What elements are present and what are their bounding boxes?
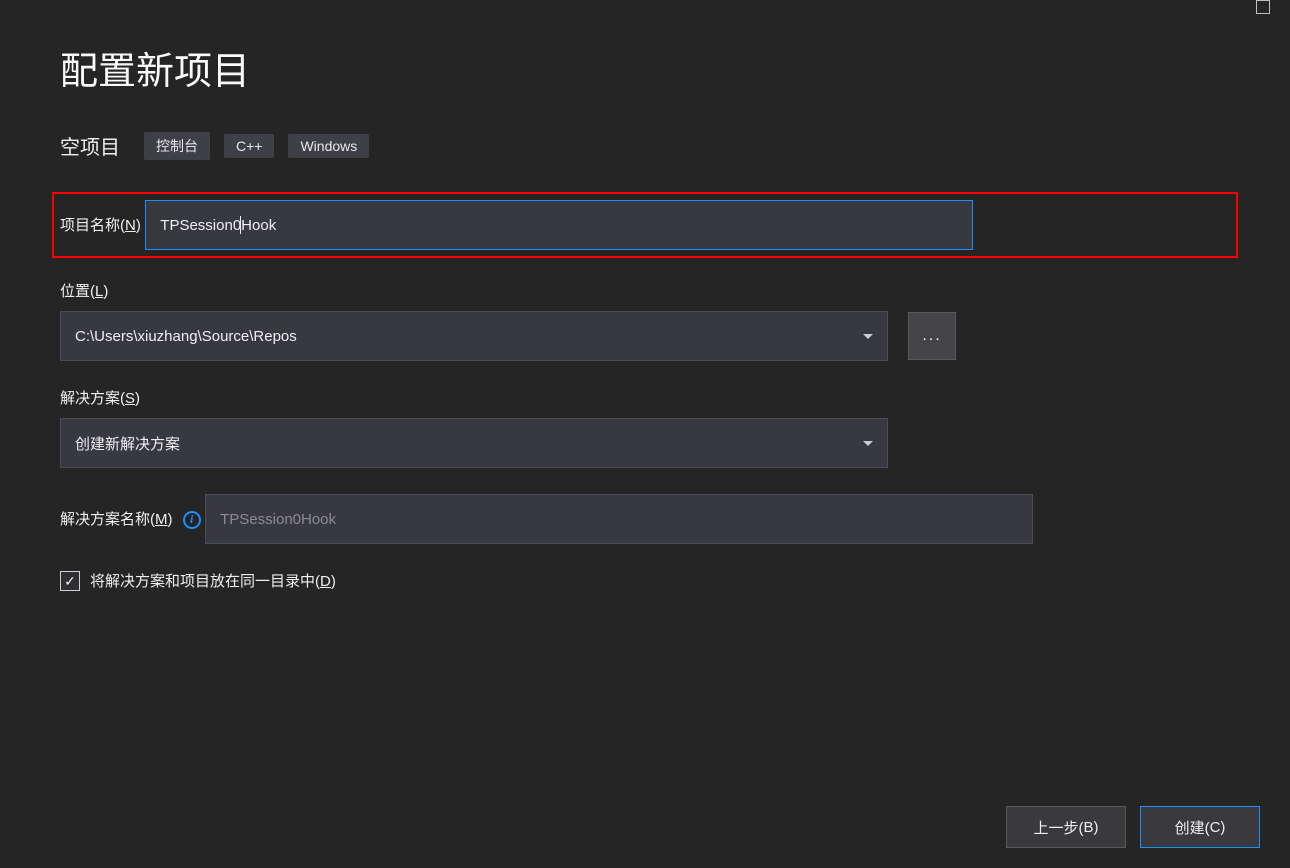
back-button[interactable]: 上一步(B) (1006, 806, 1126, 848)
same-directory-label: 将解决方案和项目放在同一目录中(D) (90, 570, 336, 591)
project-name-input[interactable]: TPSession0Hook (145, 200, 973, 250)
info-icon[interactable]: i (183, 511, 201, 529)
solution-label: 解决方案(S) (60, 387, 140, 408)
project-name-label: 项目名称(N) (60, 214, 141, 235)
tag-windows: Windows (288, 134, 369, 158)
project-name-highlight: 项目名称(N) TPSession0Hook (52, 192, 1238, 258)
dialog-buttons: 上一步(B) 创建(C) (1006, 806, 1260, 848)
create-button[interactable]: 创建(C) (1140, 806, 1260, 848)
tag-cpp: C++ (224, 134, 274, 158)
solution-name-label: 解决方案名称(M) i (60, 508, 201, 529)
browse-button[interactable]: ... (908, 312, 956, 360)
same-directory-checkbox[interactable] (60, 571, 80, 591)
same-directory-row: 将解决方案和项目放在同一目录中(D) (60, 570, 1230, 591)
chevron-down-icon (863, 441, 873, 446)
location-select[interactable]: C:\Users\xiuzhang\Source\Repos (60, 311, 888, 361)
solution-name-input[interactable]: TPSession0Hook (205, 494, 1033, 544)
solution-select[interactable]: 创建新解决方案 (60, 418, 888, 468)
location-value: C:\Users\xiuzhang\Source\Repos (75, 328, 297, 345)
page-title: 配置新项目 (60, 40, 1230, 95)
chevron-down-icon (863, 334, 873, 339)
template-row: 空项目 控制台 C++ Windows (60, 131, 1230, 160)
tag-console: 控制台 (144, 132, 210, 160)
window-control-icon[interactable] (1256, 0, 1270, 14)
solution-value: 创建新解决方案 (75, 433, 180, 454)
template-name: 空项目 (60, 131, 120, 160)
location-label: 位置(L) (60, 280, 108, 301)
configure-new-project-dialog: 配置新项目 空项目 控制台 C++ Windows 项目名称(N) TPSess… (0, 0, 1290, 868)
